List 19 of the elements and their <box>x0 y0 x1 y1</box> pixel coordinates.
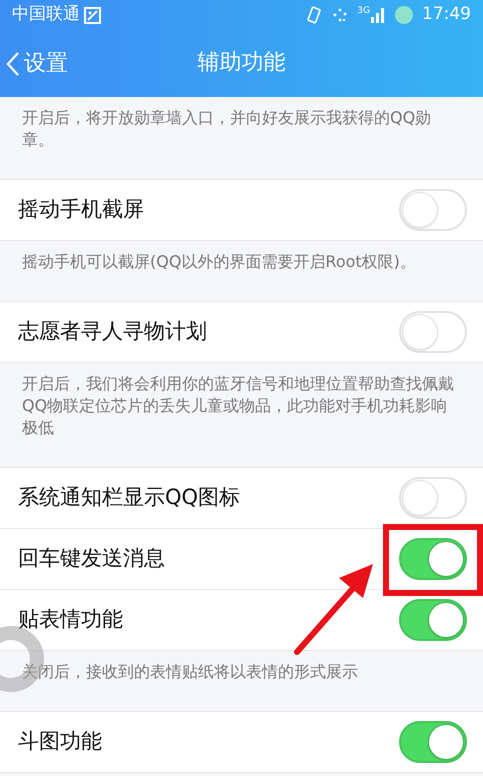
sparkle-icon <box>331 6 350 24</box>
network-type: 3G <box>357 7 370 16</box>
back-icon <box>6 50 20 76</box>
toggle-switch[interactable] <box>399 599 467 641</box>
carrier-name: 中国联通 <box>12 3 80 26</box>
toggle-switch[interactable] <box>399 721 467 763</box>
vibrate-icon <box>305 6 324 24</box>
picture-notification-icon <box>84 6 101 24</box>
page-title: 辅助功能 <box>198 50 286 77</box>
toggle-switch[interactable] <box>399 538 467 580</box>
setting-label: 贴表情功能 <box>18 606 123 634</box>
setting-label: 斗图功能 <box>18 728 102 756</box>
back-button[interactable]: 设置 <box>0 47 74 80</box>
setting-label: 摇动手机截屏 <box>18 196 144 224</box>
setting-label: 回车键发送消息 <box>18 545 165 572</box>
setting-label: 系统通知栏显示QQ图标 <box>18 484 240 512</box>
setting-label: 志愿者寻人寻物计划 <box>18 318 207 346</box>
signal-icon <box>370 7 386 23</box>
clock-time: 17:49 <box>422 3 471 26</box>
